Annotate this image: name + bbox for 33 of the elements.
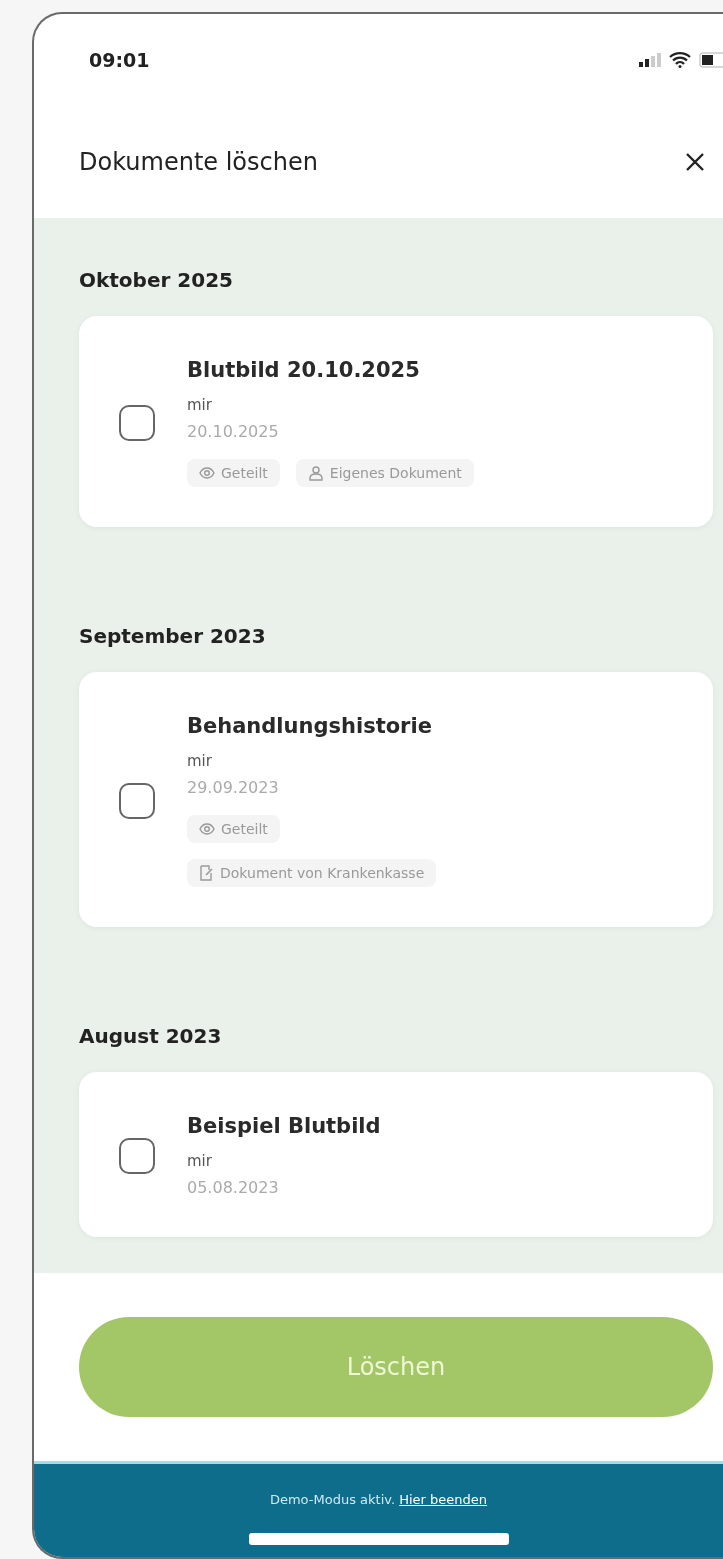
close-icon bbox=[685, 152, 705, 172]
document-card[interactable]: Beispiel Blutbild mir 05.08.2023 bbox=[79, 1072, 713, 1237]
section-heading: Oktober 2025 bbox=[79, 267, 234, 294]
document-tag: Dokument von Krankenkasse bbox=[187, 859, 437, 887]
document-tag: Geteilt bbox=[187, 459, 280, 487]
checkbox[interactable] bbox=[119, 782, 155, 819]
status-time: 09:01 bbox=[89, 49, 150, 71]
document-date: 20.10.2025 bbox=[187, 422, 279, 441]
wifi-icon bbox=[669, 52, 691, 68]
demo-mode-notice: Demo-Modus aktiv. Hier beenden bbox=[269, 1492, 488, 1507]
document-title: Blutbild 20.10.2025 bbox=[187, 358, 420, 382]
document-tag: Eigenes Dokument bbox=[295, 459, 474, 487]
document-tag: Geteilt bbox=[187, 815, 280, 843]
document-owner: mir bbox=[187, 1152, 212, 1170]
eye-icon bbox=[199, 822, 215, 836]
section-heading: August 2023 bbox=[79, 1023, 223, 1050]
end-demo-link[interactable]: Hier beenden bbox=[399, 1492, 488, 1507]
document-date: 29.09.2023 bbox=[187, 778, 279, 797]
checkbox[interactable] bbox=[119, 1137, 155, 1174]
screen-title: Dokumente löschen bbox=[79, 148, 318, 176]
document-card[interactable]: Behandlungshistorie mir 29.09.2023 Geteilt Dokument von Krankenkasse bbox=[79, 672, 713, 927]
document-date: 05.08.2023 bbox=[187, 1178, 279, 1197]
document-owner: mir bbox=[187, 396, 212, 414]
battery-icon bbox=[699, 52, 723, 68]
document-title: Behandlungshistorie bbox=[187, 714, 432, 738]
document-edit-icon bbox=[199, 865, 214, 881]
document-card[interactable]: Blutbild 20.10.2025 mir 20.10.2025 Geteilt Eigenes Dokument bbox=[79, 316, 713, 527]
eye-icon bbox=[199, 466, 215, 480]
checkbox[interactable] bbox=[119, 404, 155, 441]
section-heading: September 2023 bbox=[79, 623, 267, 650]
document-title: Beispiel Blutbild bbox=[187, 1114, 381, 1138]
signal-icon bbox=[639, 53, 661, 67]
document-owner: mir bbox=[187, 752, 212, 770]
